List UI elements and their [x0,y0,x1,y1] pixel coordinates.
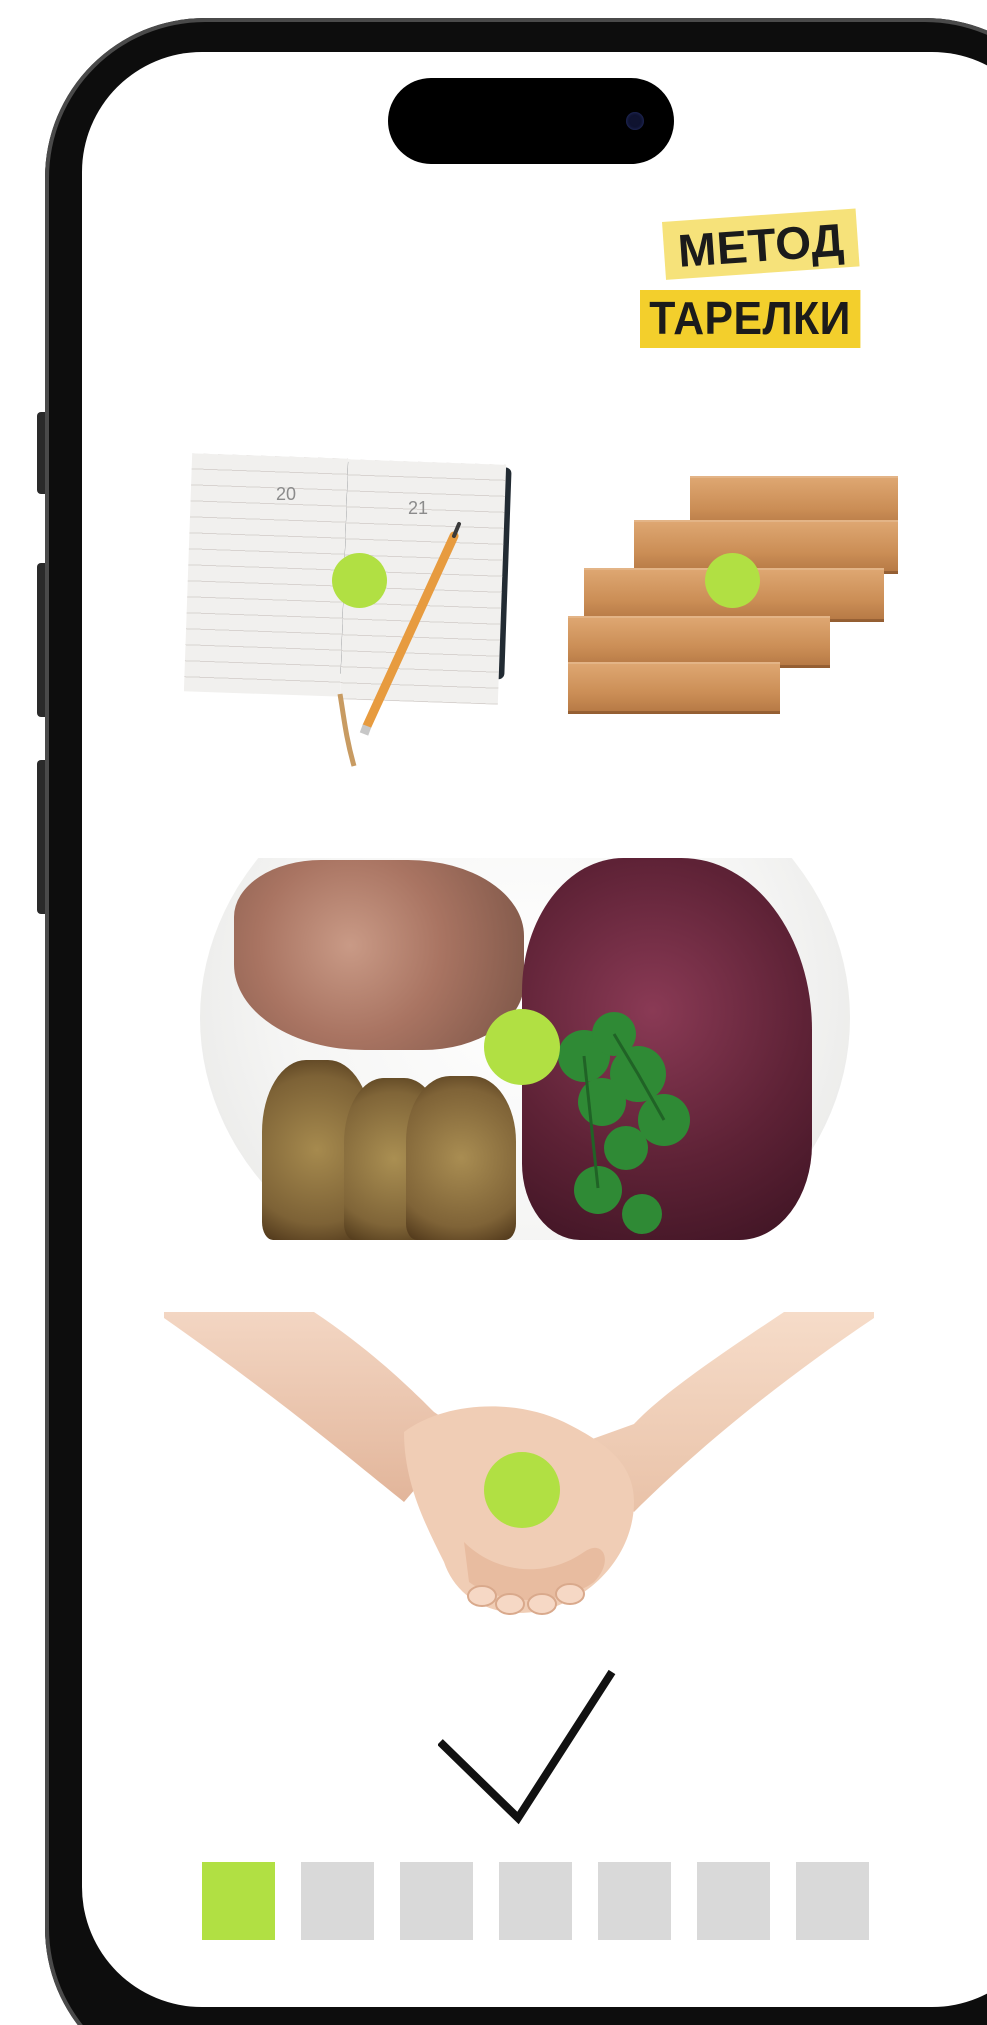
page: МЕТОД ТАРЕЛКИ 20 21 [0,0,987,2025]
block-step-3 [634,520,898,574]
action-button [37,412,45,494]
progress-step-7[interactable] [796,1862,869,1940]
hotspot-plate[interactable] [484,1009,560,1085]
front-camera [626,112,644,130]
diary-photo: 20 21 [184,448,514,768]
block-step-1b [568,662,780,714]
logo-line-plate: ТАРЕЛКИ [640,290,861,348]
progress-step-6[interactable] [697,1862,770,1940]
volume-down-button [37,760,45,914]
progress-step-3[interactable] [400,1862,473,1940]
checkmark-icon[interactable] [438,1668,618,1828]
dynamic-island [388,78,674,164]
progress-step-5[interactable] [598,1862,671,1940]
progress-step-1[interactable] [202,1862,275,1940]
progress-step-4[interactable] [499,1862,572,1940]
hotspot-blocks[interactable] [705,553,760,608]
bookmark-ribbon [337,693,357,767]
hotspot-hands[interactable] [484,1452,560,1528]
method-logo: МЕТОД ТАРЕЛКИ [640,208,870,366]
block-step-1a [568,616,830,668]
progress-step-2[interactable] [301,1862,374,1940]
hotspot-diary[interactable] [332,553,387,608]
step-progress [202,1862,872,1940]
volume-up-button [37,563,45,717]
logo-line-method: МЕТОД [662,208,860,280]
